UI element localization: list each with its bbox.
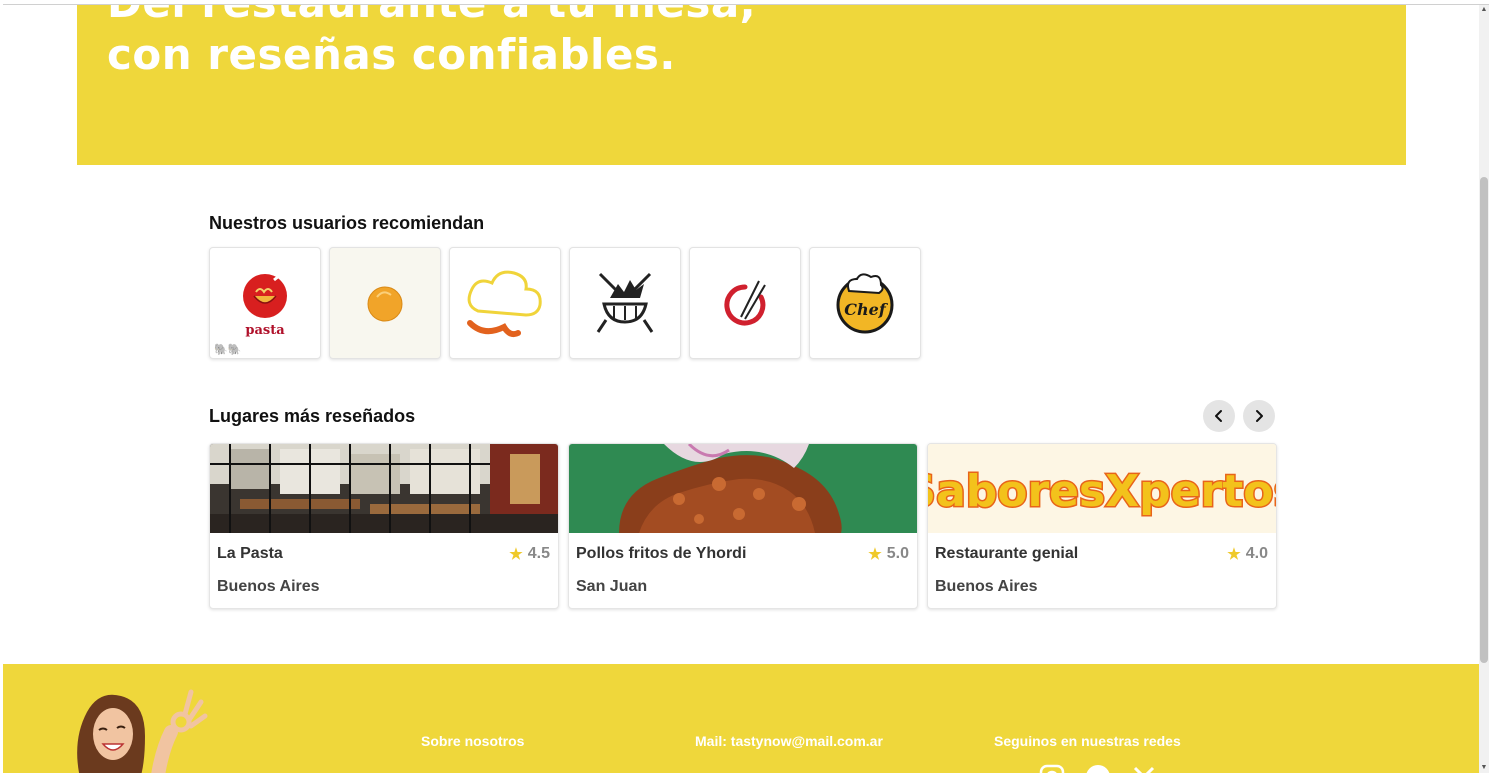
grill-icon: [596, 272, 654, 333]
place-rating-value: 5.0: [886, 545, 909, 562]
pasta-logo-icon: pasta: [243, 270, 287, 338]
page-scrollbar[interactable]: ▲ ▼: [1479, 5, 1489, 773]
carousel-next-button[interactable]: [1243, 400, 1275, 432]
footer-social-icons: [1039, 764, 1157, 773]
places-carousel: La Pasta ★ 4.5 Buenos Aires Pollos frito…: [209, 443, 1277, 609]
place-photo-fried-chicken: [569, 444, 917, 533]
place-rating: ★ 4.0: [1227, 545, 1268, 563]
place-city: Buenos Aires: [217, 578, 320, 595]
footer-about-link[interactable]: Sobre nosotros: [421, 733, 524, 749]
logo-card-chef-badge[interactable]: Chef: [809, 247, 921, 359]
scroll-down-icon[interactable]: ▼: [1479, 763, 1489, 773]
place-rating: ★ 5.0: [868, 545, 909, 563]
hero-banner: Del restaurante a tu mesa, con reseñas c…: [77, 5, 1406, 165]
star-icon: ★: [509, 546, 523, 563]
elephant-icon: 🐘🐘: [214, 344, 242, 356]
logo-card-grill[interactable]: [569, 247, 681, 359]
footer-social-title: Seguinos en nuestras redes: [994, 733, 1181, 749]
place-photo-saboresxpertos-banner: SaboresXpertos: [928, 444, 1276, 533]
place-rating: ★ 4.5: [509, 545, 550, 563]
place-name: La Pasta: [217, 545, 283, 562]
chef-badge-text: Chef: [844, 300, 889, 319]
recommended-logos: pasta 🐘🐘 Chef: [209, 247, 921, 359]
place-city: San Juan: [576, 578, 648, 595]
browser-viewport: Del restaurante a tu mesa, con reseñas c…: [3, 4, 1489, 773]
carousel-prev-button[interactable]: [1203, 400, 1235, 432]
scrollbar-thumb[interactable]: [1480, 177, 1488, 663]
pasta-logo-text: pasta: [245, 323, 285, 338]
place-card-restaurante-genial[interactable]: SaboresXpertos Restaurante genial ★ 4.0 …: [927, 443, 1277, 609]
recommend-section-title: Nuestros usuarios recomiendan: [209, 213, 485, 233]
hero-title-line-1: Del restaurante a tu mesa,: [107, 5, 756, 29]
scroll-up-icon[interactable]: ▲: [1479, 5, 1489, 15]
chef-hat-icon: [467, 270, 542, 338]
logo-card-chef-hat[interactable]: [449, 247, 561, 359]
logo-card-pasta[interactable]: pasta 🐘🐘: [209, 247, 321, 359]
chevron-right-icon: [1256, 410, 1263, 422]
place-photo-restaurant-interior: [210, 444, 558, 533]
chevron-left-icon: [1215, 410, 1222, 422]
chef-badge-icon: Chef: [836, 273, 894, 334]
place-city: Buenos Aires: [935, 578, 1038, 595]
place-rating-value: 4.0: [1245, 545, 1268, 562]
footer-mail: Mail: tastynow@mail.com.ar: [695, 733, 883, 749]
place-name: Restaurante genial: [935, 545, 1079, 562]
logo-card-chopsticks[interactable]: [689, 247, 801, 359]
facebook-icon[interactable]: [1085, 764, 1111, 773]
place-card-la-pasta[interactable]: La Pasta ★ 4.5 Buenos Aires: [209, 443, 559, 609]
woman-okay-gesture-image: [77, 689, 208, 773]
banner-text: SaboresXpertos: [928, 466, 1276, 517]
place-rating-value: 4.5: [527, 545, 550, 562]
place-name: Pollos fritos de Yhordi: [576, 545, 747, 562]
instagram-icon[interactable]: [1039, 764, 1065, 773]
place-card-pollos-fritos[interactable]: Pollos fritos de Yhordi ★ 5.0 San Juan: [568, 443, 918, 609]
places-section-title: Lugares más reseñados: [209, 406, 416, 426]
star-icon: ★: [868, 546, 882, 563]
x-twitter-icon[interactable]: [1131, 764, 1157, 773]
site-footer: Sobre nosotros Mail: tastynow@mail.com.a…: [3, 664, 1479, 773]
hero-title-line-2: con reseñas confiables.: [107, 30, 676, 79]
chopsticks-icon: [724, 280, 766, 326]
star-icon: ★: [1227, 546, 1241, 563]
hero-title: Del restaurante a tu mesa, con reseñas c…: [107, 5, 756, 81]
orange-chicken-icon: [367, 286, 403, 322]
logo-card-orange-chicken[interactable]: [329, 247, 441, 359]
